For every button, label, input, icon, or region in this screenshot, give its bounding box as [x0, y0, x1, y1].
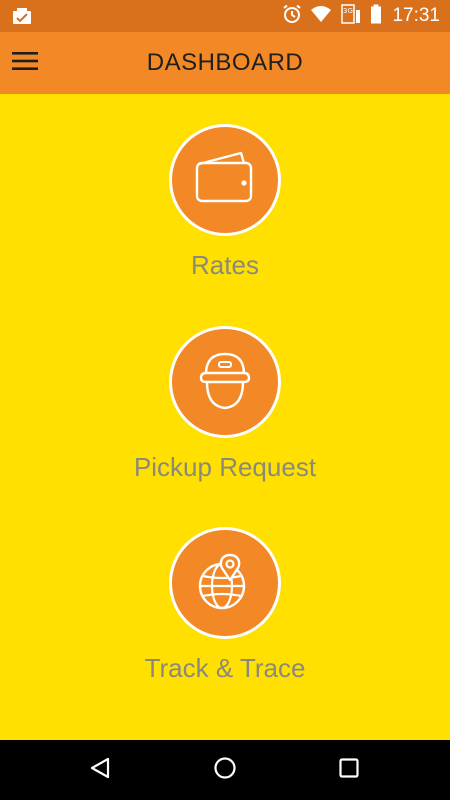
track-trace-tile[interactable]: Track & Trace: [0, 527, 450, 684]
rates-tile[interactable]: Rates: [0, 124, 450, 281]
status-bar: 3G 17:31: [0, 0, 450, 32]
wifi-icon: [310, 5, 332, 28]
system-nav-bar: [0, 740, 450, 800]
home-circle-icon: [213, 756, 237, 785]
globe-location-icon: [193, 549, 257, 618]
back-button[interactable]: [85, 755, 115, 785]
pickup-request-label: Pickup Request: [133, 452, 317, 482]
page-title: DASHBOARD: [146, 49, 304, 76]
dashboard-content: Rates Pickup Request Track & Trace: [0, 94, 450, 740]
wallet-icon: [193, 150, 257, 211]
back-triangle-icon: [88, 756, 112, 785]
pickup-request-circle[interactable]: [169, 326, 281, 438]
track-trace-circle[interactable]: [169, 527, 281, 639]
alarm-icon: [282, 4, 302, 29]
home-button[interactable]: [210, 755, 240, 785]
rates-label: Rates: [191, 250, 259, 280]
network-type-label: 3G: [344, 7, 354, 15]
app-bar: DASHBOARD: [0, 32, 450, 94]
pickup-request-tile[interactable]: Pickup Request: [0, 326, 450, 483]
cellular-signal-icon: 3G: [340, 3, 362, 29]
battery-icon: [370, 4, 382, 29]
notification-photo-icon: [12, 7, 32, 25]
recents-square-icon: [337, 756, 361, 785]
delivery-person-icon: [195, 348, 255, 417]
clock-time: 17:31: [392, 5, 440, 26]
recents-button[interactable]: [334, 755, 364, 785]
track-trace-label: Track & Trace: [144, 653, 306, 683]
status-indicators: 3G 17:31: [282, 0, 440, 32]
rates-circle[interactable]: [169, 124, 281, 236]
